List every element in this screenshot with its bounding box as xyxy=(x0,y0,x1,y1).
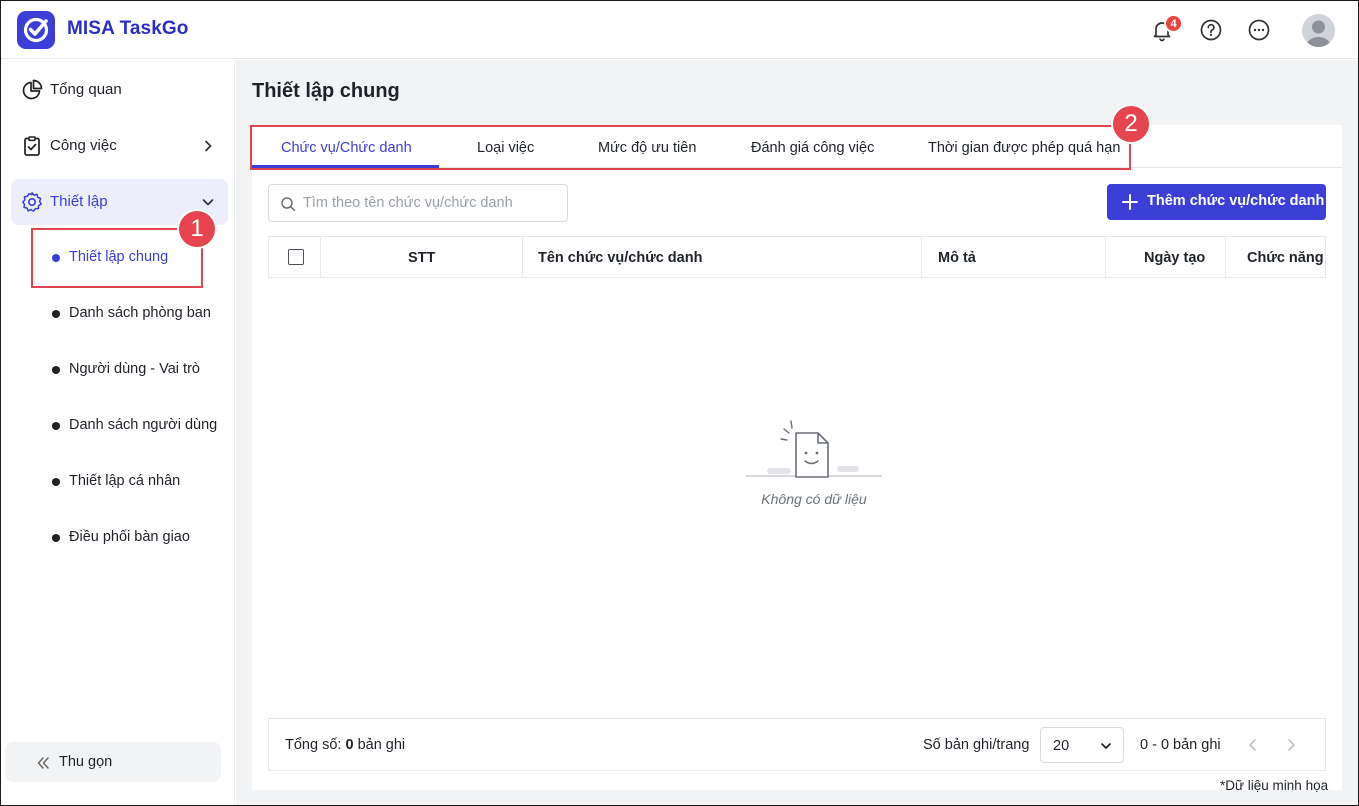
records-per-page-value: 20 xyxy=(1053,738,1070,754)
highlight-box-1 xyxy=(31,228,203,288)
total-value: 0 xyxy=(345,737,354,753)
sidebar-item-label: Thiết lập xyxy=(50,193,108,210)
marker-1: 1 xyxy=(177,209,217,249)
gear-icon xyxy=(21,191,43,213)
plus-icon xyxy=(1121,193,1139,211)
bullet-dot xyxy=(52,422,60,430)
top-header: MISA TaskGo 4 xyxy=(1,1,1358,59)
previous-page-icon[interactable] xyxy=(1245,737,1261,753)
column-header-description[interactable]: Mô tả xyxy=(938,250,976,266)
bullet-dot xyxy=(52,310,60,318)
bullet-dot xyxy=(52,366,60,374)
total-records: Tổng số: 0 bản ghi xyxy=(285,737,405,753)
chevron-right-icon xyxy=(200,138,216,154)
column-header-index[interactable]: STT xyxy=(408,250,435,266)
column-divider xyxy=(1225,237,1226,277)
column-divider xyxy=(320,237,321,277)
bullet-dot xyxy=(52,478,60,486)
next-page-icon[interactable] xyxy=(1283,737,1299,753)
column-header-created-date[interactable]: Ngày tạo xyxy=(1144,250,1205,266)
marker-2: 2 xyxy=(1111,104,1151,144)
highlight-box-2 xyxy=(250,125,1131,170)
illustrative-data-note: *Dữ liệu minh họa xyxy=(1220,778,1329,793)
table-footer: Tổng số: 0 bản ghi Số bản ghi/trang 20 0… xyxy=(268,718,1326,771)
total-unit: bản ghi xyxy=(357,737,406,753)
column-header-actions[interactable]: Chức năng xyxy=(1247,250,1324,266)
help-icon[interactable] xyxy=(1199,18,1223,42)
sidebar-item-overview[interactable]: Tổng quan xyxy=(11,67,228,113)
app-logo-icon[interactable] xyxy=(17,11,55,49)
add-button-label: Thêm chức vụ/chức danh xyxy=(1147,193,1325,209)
chevron-down-icon xyxy=(200,194,216,210)
search-input[interactable] xyxy=(303,193,558,213)
table-header: STT Tên chức vụ/chức danh Mô tả Ngày tạo… xyxy=(268,236,1326,278)
pie-chart-icon xyxy=(21,79,43,101)
collapse-label: Thu gọn xyxy=(59,754,113,770)
records-per-page-select[interactable]: 20 xyxy=(1040,727,1124,763)
app-title: MISA TaskGo xyxy=(67,18,189,39)
sidebar-subitem-label: Điều phối bàn giao xyxy=(69,529,190,545)
sidebar-subitem-label: Danh sách phòng ban xyxy=(69,305,211,321)
column-header-name[interactable]: Tên chức vụ/chức danh xyxy=(538,250,702,266)
bullet-dot xyxy=(52,534,60,542)
sidebar-item-tasks[interactable]: Công việc xyxy=(11,123,228,169)
sidebar: Tổng quan Công việc Thiết lập Thiết lập … xyxy=(1,60,235,805)
settings-card: Chức vụ/Chức danh Loại việc Mức độ ưu ti… xyxy=(252,125,1342,790)
collapse-sidebar-button[interactable]: Thu gọn xyxy=(5,742,221,782)
column-divider xyxy=(921,237,922,277)
select-all-checkbox[interactable] xyxy=(288,249,304,265)
total-label: Tổng số: xyxy=(285,737,342,753)
user-avatar[interactable] xyxy=(1302,14,1335,47)
clipboard-check-icon xyxy=(21,135,43,157)
page-title: Thiết lập chung xyxy=(252,80,400,102)
record-range: 0 - 0 bản ghi xyxy=(1140,737,1221,753)
column-divider xyxy=(522,237,523,277)
more-options-icon[interactable] xyxy=(1247,18,1271,42)
empty-document-icon xyxy=(746,420,882,478)
records-per-page-label: Số bản ghi/trang xyxy=(923,737,1030,753)
main-content: Thiết lập chung Chức vụ/Chức danh Loại v… xyxy=(236,60,1358,805)
search-icon xyxy=(280,196,296,212)
empty-state: Không có dữ liệu xyxy=(744,405,884,507)
double-chevron-left-icon xyxy=(35,755,51,771)
sidebar-subitem-label: Thiết lập cá nhân xyxy=(69,473,181,489)
sidebar-item-label: Công việc xyxy=(50,137,117,154)
sidebar-subitem-label: Danh sách người dùng xyxy=(69,417,218,433)
add-position-button[interactable]: Thêm chức vụ/chức danh xyxy=(1107,184,1326,220)
sidebar-subitem-label: Người dùng - Vai trò xyxy=(69,361,200,377)
empty-state-text: Không có dữ liệu xyxy=(761,491,867,507)
notification-badge: 4 xyxy=(1164,14,1183,33)
chevron-down-icon xyxy=(1099,739,1113,753)
sidebar-item-label: Tổng quan xyxy=(50,81,122,98)
search-box xyxy=(268,184,568,222)
column-divider xyxy=(1105,237,1106,277)
